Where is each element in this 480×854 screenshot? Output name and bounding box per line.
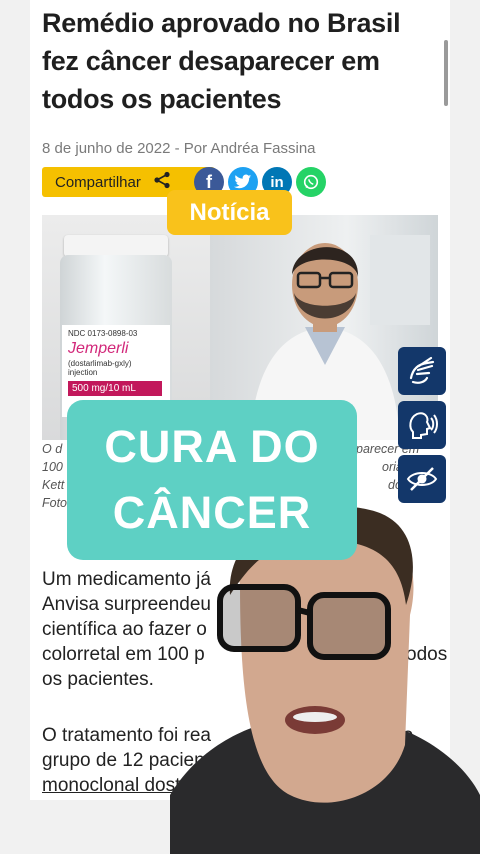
vial-dose: 500 mg/10 mL xyxy=(68,381,162,396)
article-headline: Remédio aprovado no Brasil fez câncer de… xyxy=(42,8,401,114)
vial-ndc: NDC 0173-0898-03 xyxy=(68,329,138,338)
scrollbar[interactable] xyxy=(444,40,448,106)
whatsapp-icon[interactable] xyxy=(296,167,326,197)
news-tag: Notícia xyxy=(167,190,292,235)
cure-line-2: CÂNCER xyxy=(112,487,312,538)
caption-line-3: Kett xyxy=(42,478,65,492)
share-icon xyxy=(153,171,171,193)
share-label: Compartilhar xyxy=(55,173,141,191)
vial-generic: (dostarlimab-gxly) xyxy=(68,359,132,368)
vial-brand: Jemperli xyxy=(68,340,129,357)
vial-form: injection xyxy=(68,368,98,377)
cancer-cure-banner: CURA DO CÂNCER xyxy=(67,400,357,560)
caption-line-1: O d xyxy=(42,442,63,456)
audio-description-icon[interactable] xyxy=(398,401,446,449)
linkedin-letter: in xyxy=(270,173,284,191)
cure-line-1: CURA DO xyxy=(104,421,320,472)
sign-language-icon[interactable] xyxy=(398,347,446,395)
article-byline: 8 de junho de 2022 - Por Andréa Fassina xyxy=(42,140,316,157)
caption-line-2: 100 xyxy=(42,460,63,474)
caption-line-4: Foto xyxy=(42,496,68,510)
